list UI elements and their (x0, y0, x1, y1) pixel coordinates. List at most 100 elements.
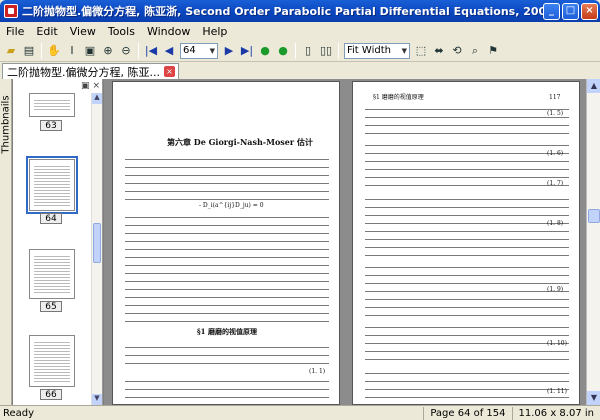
text-block (125, 214, 329, 322)
page-right: §1 磨磨的视值原理 117 (1. 5) (1. 6) (1. 7) (1. … (352, 81, 580, 405)
thumbnail-label: 63 (40, 120, 62, 131)
document-scrollbar[interactable]: ▲ ▼ (586, 79, 600, 405)
close-tab-icon[interactable]: × (163, 66, 175, 77)
text-block (365, 324, 569, 364)
thumbnail-page[interactable] (29, 335, 75, 387)
text-block (365, 142, 569, 190)
scroll-up-icon[interactable]: ▲ (587, 79, 600, 93)
thumbnails-scrollbar[interactable]: ▲ ▼ (91, 93, 102, 405)
equation-number: (1. 8) (547, 220, 564, 227)
page-left: 第六章 De Giorgi-Nash-Moser 估计 - D_i(a^{ij}… (112, 81, 340, 405)
maximize-button[interactable]: □ (562, 2, 579, 20)
title-bar: 二阶抛物型.偏微分方程, 陈亚浙, Second Order Parabolic… (0, 0, 600, 22)
minimize-button[interactable]: _ (543, 2, 560, 20)
fit-page-icon[interactable]: ⬚ (413, 43, 429, 59)
text-block (125, 344, 329, 366)
single-page-view-icon[interactable]: ▯ (300, 43, 316, 59)
thumbnail-page[interactable] (29, 249, 75, 299)
menu-window[interactable]: Window (141, 25, 196, 38)
toolbar: ▰ ▤ ✋ I ▣ ⊕ ⊖ |◀ ◀ 64 ▼ ▶ ▶| ● ● ▯ ▯▯ Fi… (0, 40, 600, 62)
equation-number: (1. 6) (547, 150, 564, 157)
menu-help[interactable]: Help (196, 25, 233, 38)
status-text: Ready (3, 407, 35, 419)
open-icon[interactable]: ▰ (3, 43, 19, 59)
menu-view[interactable]: View (64, 25, 102, 38)
previous-page-icon[interactable]: ◀ (161, 43, 177, 59)
menu-tools[interactable]: Tools (102, 25, 141, 38)
toolbar-separator (338, 42, 339, 59)
equation: - D_i(a^{ij}D_ju) = 0 (199, 202, 264, 209)
snapshot-icon[interactable]: ▣ (82, 43, 98, 59)
page-number-dropdown[interactable]: 64 ▼ (180, 42, 218, 59)
thumbnail-page[interactable] (29, 93, 75, 117)
app-icon (4, 4, 18, 18)
menu-bar: File Edit View Tools Window Help (0, 22, 600, 40)
main-area: Thumbnails ▣ × 63 64 65 66 ▲ ▼ 第六章 De Gi… (0, 79, 600, 405)
chevron-down-icon: ▼ (401, 46, 407, 55)
close-panel-icon[interactable]: × (92, 81, 100, 91)
zoom-out-icon[interactable]: ⊖ (118, 43, 134, 59)
status-bar: Ready Page 64 of 154 11.06 x 8.07 in (0, 405, 600, 420)
go-forward-icon[interactable]: ● (257, 43, 273, 59)
last-page-icon[interactable]: ▶| (239, 43, 255, 59)
thumbnails-header: ▣ × (13, 79, 102, 93)
running-header: §1 磨磨的视值原理 (373, 94, 424, 101)
scroll-down-icon[interactable]: ▼ (587, 391, 600, 405)
toolbar-separator (138, 42, 139, 59)
thumbnail-label: 66 (40, 389, 62, 400)
pin-icon[interactable]: ▣ (81, 81, 90, 91)
chevron-down-icon: ▼ (209, 46, 215, 55)
equation-number: (1. 10) (547, 340, 567, 347)
menu-file[interactable]: File (0, 25, 30, 38)
thumbnails-panel: ▣ × 63 64 65 66 ▲ ▼ (13, 79, 103, 405)
two-page-view-icon[interactable]: ▯▯ (318, 43, 334, 59)
text-block (365, 370, 569, 404)
thumbnail-page-selected[interactable] (26, 156, 78, 214)
print-icon[interactable]: ▤ (21, 43, 37, 59)
page-number-value: 64 (183, 45, 196, 56)
go-back-icon[interactable]: ● (275, 43, 291, 59)
sidebar-tab-strip: Thumbnails (0, 79, 12, 405)
text-block (365, 196, 569, 258)
hand-tool-icon[interactable]: ✋ (46, 43, 62, 59)
equation-number: (1. 7) (547, 180, 564, 187)
text-block (125, 378, 329, 404)
scroll-thumb[interactable] (93, 223, 101, 263)
rotate-icon[interactable]: ⟲ (449, 43, 465, 59)
next-page-icon[interactable]: ▶ (221, 43, 237, 59)
page-info: Page 64 of 154 (423, 406, 511, 420)
scroll-thumb[interactable] (588, 209, 600, 223)
window-title: 二阶抛物型.偏微分方程, 陈亚浙, Second Order Parabolic… (22, 5, 543, 18)
toolbar-separator (41, 42, 42, 59)
zoom-in-icon[interactable]: ⊕ (100, 43, 116, 59)
close-button[interactable]: × (581, 2, 598, 20)
document-tab-label: 二阶抛物型.偏微分方程, 陈亚... (7, 65, 160, 79)
search-icon[interactable]: ⌕ (467, 43, 483, 59)
menu-edit[interactable]: Edit (30, 25, 63, 38)
bookmark-icon[interactable]: ⚑ (485, 43, 501, 59)
zoom-dropdown[interactable]: Fit Width ▼ (344, 42, 410, 59)
toolbar-separator (295, 42, 296, 59)
thumbnail-label: 64 (40, 213, 62, 224)
equation-number: (1. 1) (309, 368, 326, 375)
equation-number: (1. 11) (547, 388, 567, 395)
first-page-icon[interactable]: |◀ (143, 43, 159, 59)
equation-number: (1. 5) (547, 110, 564, 117)
section-title: §1 磨磨的视值原理 (197, 327, 257, 336)
page-size: 11.06 x 8.07 in (511, 406, 600, 420)
document-viewer[interactable]: 第六章 De Giorgi-Nash-Moser 估计 - D_i(a^{ij}… (104, 79, 586, 405)
zoom-value: Fit Width (347, 45, 391, 56)
thumbnail-label: 65 (40, 301, 62, 312)
text-block (365, 264, 569, 318)
scroll-up-icon[interactable]: ▲ (92, 93, 102, 104)
page-number: 117 (549, 94, 561, 101)
fit-width-icon[interactable]: ⬌ (431, 43, 447, 59)
scroll-down-icon[interactable]: ▼ (92, 394, 102, 405)
document-tabs: 二阶抛物型.偏微分方程, 陈亚... × (0, 62, 600, 79)
document-tab[interactable]: 二阶抛物型.偏微分方程, 陈亚... × (2, 63, 179, 79)
text-block (125, 156, 329, 200)
tab-thumbnails[interactable]: Thumbnails (1, 93, 12, 157)
text-block (365, 106, 569, 136)
chapter-title: 第六章 De Giorgi-Nash-Moser 估计 (167, 137, 313, 147)
select-text-icon[interactable]: I (64, 43, 80, 59)
